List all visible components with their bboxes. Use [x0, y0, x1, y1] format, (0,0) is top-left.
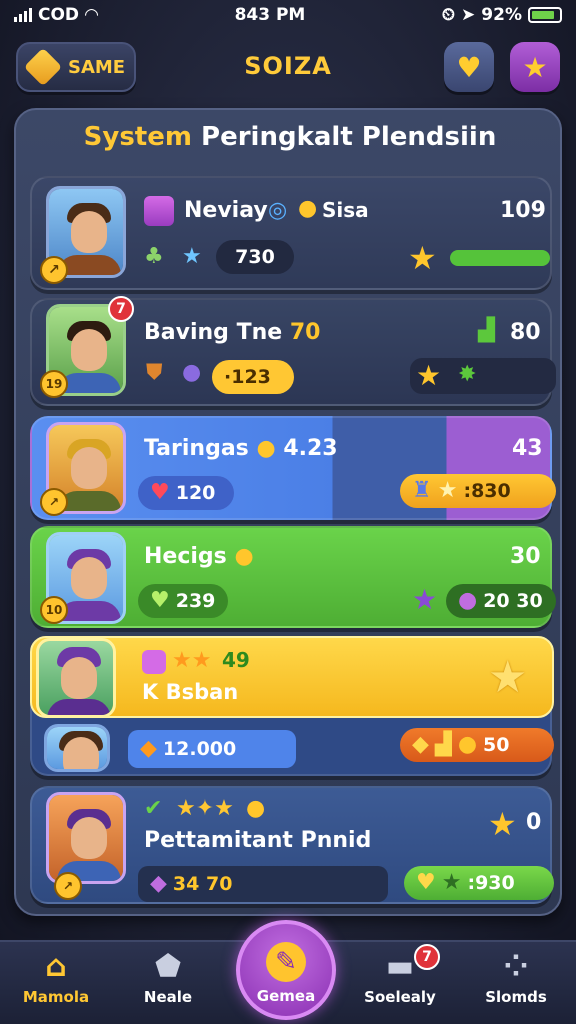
orb-icon: ●: [182, 360, 202, 385]
battery-percent: 92%: [481, 5, 522, 25]
star-icon: ★: [437, 478, 458, 503]
player-name: Baving Tne 70: [144, 320, 321, 345]
top-value: 49: [222, 648, 250, 672]
player-score: 30: [510, 544, 541, 569]
star-icon: ★: [488, 805, 517, 843]
nav-item-neale[interactable]: ⬟ Neale: [118, 949, 218, 1007]
ranking-row[interactable]: ↗ Taringas ● 4.23 43 ♥ 120 ♜ ★:830: [30, 416, 556, 520]
points-pill: ♥ 120: [138, 476, 234, 510]
reward-pill[interactable]: ◆ ▟ ● 50: [400, 728, 554, 762]
star-icon: ★: [522, 50, 548, 84]
avatar: [36, 638, 116, 718]
chart-icon: ▟: [434, 732, 452, 757]
heart-icon: ♥: [456, 50, 482, 84]
clock: 843 PM: [234, 5, 306, 25]
level-badge: 19: [40, 370, 68, 398]
level-badge: ↗: [54, 872, 82, 900]
level-badge: ↗: [40, 488, 68, 516]
coin-icon: ●: [256, 436, 276, 461]
player-name: Taringas ● 4.23: [144, 436, 338, 461]
reward-pill[interactable]: ♜ ★:830: [400, 474, 556, 508]
points-pill: ◆ 34 70: [138, 866, 388, 902]
player-name: Pettamitant Pnnid: [144, 828, 372, 853]
player-score: 0: [526, 810, 542, 835]
reward-pill[interactable]: ♥ ★:930: [404, 866, 554, 900]
gem-icon: ✸: [458, 362, 477, 387]
stars-icon: ★✦★: [176, 796, 234, 821]
coin-icon: ●: [246, 796, 266, 821]
status-bar: COD ◠ 843 PM ⏲ ➤ 92%: [0, 0, 576, 30]
house-icon: ⬟: [154, 949, 182, 984]
level-badge: ↗: [40, 256, 68, 284]
alarm-icon: ⏲: [441, 5, 456, 25]
player-name: Neviay: [184, 198, 268, 223]
favorites-button[interactable]: ♥: [444, 42, 494, 92]
level-badge: 10: [40, 596, 68, 624]
heart-icon: ♥: [150, 480, 170, 505]
nav-item-play[interactable]: ✎ Gemea: [236, 920, 336, 1020]
top-bar: SAME SOIZA ♥ ★: [0, 38, 576, 96]
verified-icon: ◎: [268, 198, 288, 223]
grid-icon: ⁘: [503, 949, 529, 984]
notification-badge: 7: [108, 296, 134, 322]
player-score: 109: [500, 198, 546, 223]
stars-icon: ★★: [172, 648, 212, 673]
ranking-row[interactable]: 7 19 Baving Tne 70 ▟ 80 ⛊ ● ·123 ★ ✸: [30, 296, 556, 406]
star-icon: ★: [441, 870, 462, 895]
play-icon: ✎: [266, 942, 306, 982]
rank-arrow-icon: [144, 196, 174, 226]
rewards-button[interactable]: ★: [510, 42, 560, 92]
home-icon: ⌂: [45, 949, 67, 984]
points-pill: ◆ 12.000: [128, 730, 296, 768]
chart-icon: ▟: [478, 318, 495, 343]
player-name: Hecigs ●: [144, 544, 254, 569]
reward-pill[interactable]: ● 20 30: [446, 584, 556, 618]
ranking-row[interactable]: ↗ ✔ ★✦★ ● Pettamitant Pnnid ★ 0 ◆ 34 70 ♥…: [30, 786, 554, 904]
points-pill: ·123: [212, 360, 294, 394]
arrow-icon: ◆: [412, 732, 429, 757]
star-icon: ★: [408, 239, 437, 277]
ranking-row[interactable]: 10 Hecigs ● 30 ♥ 239 ★ ● 20 30: [30, 526, 556, 628]
progress-bar: [450, 250, 550, 266]
nav-item-slomds[interactable]: ⁘ Slomds: [466, 949, 566, 1007]
avatar: [44, 724, 110, 772]
ranking-row[interactable]: ↗ Neviay ◎ ● Sisa 109 ♣ ★ 730 ★: [30, 176, 552, 290]
player-name: K Bsban: [142, 680, 239, 704]
carrier-label: COD: [38, 5, 80, 25]
coin-icon: ●: [457, 732, 478, 757]
star-icon: ★: [412, 583, 438, 616]
player-score: 43: [512, 436, 543, 461]
nav-item-social[interactable]: ▬ Soelealy 7: [350, 944, 450, 1006]
ranking-panel: System Peringkalt Plendsiin ↗ Neviay ◎ ●…: [14, 108, 562, 916]
heart-icon: ♥: [416, 870, 436, 895]
rank-arrow-icon: [142, 650, 166, 674]
battery-icon: [528, 7, 562, 23]
trophy-icon: ♜: [412, 478, 432, 503]
player-tag: Sisa: [322, 198, 369, 222]
bottom-nav: ⌂ Mamola ⬟ Neale ✎ Gemea ▬ Soelealy 7 ⁘ …: [0, 920, 576, 1024]
coin-icon: ●: [234, 544, 254, 569]
star-icon: ★: [488, 652, 528, 703]
shield-icon: ⛊: [146, 360, 163, 385]
ranking-row[interactable]: ★★ 49 K Bsban ★ ◆ 12.000 ◆ ▟ ● 50: [30, 636, 554, 776]
gem-icon: ◆: [140, 736, 157, 761]
star-icon: ★: [182, 244, 202, 269]
coin-icon: ●: [298, 196, 318, 221]
location-icon: ➤: [461, 5, 476, 25]
pet-icon: ♣: [144, 244, 164, 269]
points-pill: ♥ 239: [138, 584, 228, 618]
nav-item-home[interactable]: ⌂ Mamola: [6, 949, 106, 1007]
check-icon: ✔: [144, 796, 163, 821]
points-pill: 730: [216, 240, 294, 274]
notification-badge: 7: [414, 944, 440, 970]
star-icon: ★: [416, 359, 442, 392]
signal-icon: [14, 8, 32, 22]
panel-title: System Peringkalt Plendsiin: [83, 122, 497, 152]
potion-icon: ●: [458, 588, 478, 613]
player-score: 80: [510, 320, 541, 345]
avatar: [46, 792, 126, 884]
wifi-icon: ◠: [85, 5, 99, 25]
heart-icon: ♥: [150, 588, 170, 613]
gem-icon: ◆: [150, 871, 167, 896]
